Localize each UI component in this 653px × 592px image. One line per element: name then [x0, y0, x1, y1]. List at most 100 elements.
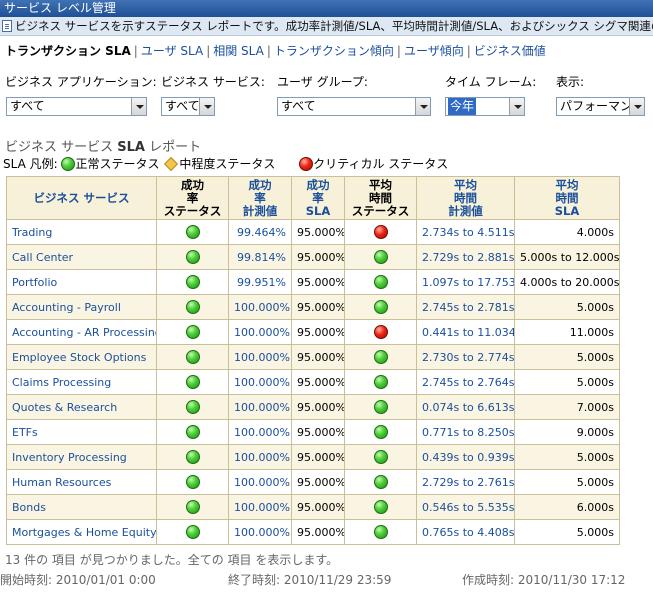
tab-transaction-sla[interactable]: トランザクション SLA [5, 44, 131, 58]
normal-status-icon [373, 400, 388, 414]
tab-transaction-trend[interactable]: トランザクション傾向 [274, 44, 394, 58]
legend-normal: 正常ステータス [75, 157, 160, 171]
success-sla: 95.000% [291, 419, 345, 445]
service-name-link[interactable]: Trading [6, 219, 157, 245]
success-status-cell [156, 444, 229, 470]
success-value-link[interactable]: 100.000% [228, 444, 292, 470]
success-sla: 95.000% [291, 244, 345, 270]
service-name-link[interactable]: Bonds [6, 494, 157, 520]
success-value-link[interactable]: 100.000% [228, 369, 292, 395]
time-value-link[interactable]: 2.745s to 2.764s [416, 369, 515, 395]
service-name-link[interactable]: Quotes & Research [6, 394, 157, 420]
normal-status-icon [373, 250, 388, 264]
service-name-link[interactable]: Employee Stock Options [6, 344, 157, 370]
business-application-label: ビジネス アプリケーション: [5, 75, 157, 89]
normal-status-icon [185, 325, 200, 339]
service-name-link[interactable]: Mortgages & Home Equity [6, 519, 157, 545]
success-value-link[interactable]: 100.000% [228, 419, 292, 445]
success-value-link[interactable]: 100.000% [228, 344, 292, 370]
business-service-label: ビジネス サービス: [161, 75, 265, 89]
service-name-link[interactable]: Portfolio [6, 269, 157, 295]
normal-status-icon [185, 250, 200, 264]
service-name-link[interactable]: Inventory Processing [6, 444, 157, 470]
service-name-link[interactable]: Human Resources [6, 469, 157, 495]
success-value-link[interactable]: 99.951% [228, 269, 292, 295]
success-sla: 95.000% [291, 394, 345, 420]
table-row: Quotes & Research 100.000% 95.000% 0.074s t… [6, 394, 620, 420]
table-row: ETFs 100.000% 95.000% 0.771s to 8.250s 9.000… [6, 419, 620, 445]
normal-status-icon [185, 425, 200, 439]
chevron-down-icon [629, 98, 644, 115]
normal-status-icon [373, 425, 388, 439]
success-sla: 95.000% [291, 369, 345, 395]
time-value-link[interactable]: 0.439s to 0.939s [416, 444, 515, 470]
tab-user-sla[interactable]: ユーザ SLA [141, 44, 203, 58]
critical-status-icon [299, 156, 314, 171]
time-value-link[interactable]: 0.441s to 11.034s [416, 319, 515, 345]
time-value-link[interactable]: 0.771s to 8.250s [416, 419, 515, 445]
success-value-link[interactable]: 100.000% [228, 394, 292, 420]
report-description-bar: ビジネス サービスを示すステータス レポートです。成功率計測値/SLA、平均時間… [0, 17, 653, 36]
moderate-status-icon [164, 156, 179, 171]
header-time-sla[interactable]: 平均 時間 SLA [514, 176, 620, 220]
time-sla: 5.000s [514, 444, 620, 470]
time-value-link[interactable]: 0.546s to 5.535s [416, 494, 515, 520]
table-row: Trading 99.464% 95.000% 2.734s to 4.511s 4.0… [6, 219, 620, 245]
success-value-link[interactable]: 100.000% [228, 294, 292, 320]
time-value-link[interactable]: 2.745s to 2.781s [416, 294, 515, 320]
display-select[interactable]: パフォーマンス [556, 97, 645, 116]
header-success-value[interactable]: 成功率計測値 [228, 176, 292, 220]
time-value-link[interactable]: 2.729s to 2.881s [416, 244, 515, 270]
time-value-link[interactable]: 2.734s to 4.511s [416, 219, 515, 245]
time-status-cell [344, 319, 417, 345]
success-value-link[interactable]: 100.000% [228, 494, 292, 520]
time-value-link[interactable]: 0.765s to 4.408s [416, 519, 515, 545]
header-success-sla[interactable]: 成功率 SLA [291, 176, 345, 220]
time-frame-select[interactable]: 今年 [445, 97, 525, 116]
user-group-label: ユーザ グループ: [277, 75, 368, 89]
table-header-row: ビジネス サービス 成功率ステータス 成功率計測値 成功率 SLA 平均 時間 ステー… [6, 176, 620, 220]
chevron-down-icon [131, 98, 146, 115]
success-value-link[interactable]: 99.814% [228, 244, 292, 270]
header-time-value[interactable]: 平均 時間 計測値 [416, 176, 515, 220]
success-value-link[interactable]: 100.000% [228, 519, 292, 545]
tab-business-value[interactable]: ビジネス価値 [474, 44, 546, 58]
header-business-service[interactable]: ビジネス サービス [6, 176, 157, 220]
time-value-link[interactable]: 1.097s to 17.753s [416, 269, 515, 295]
success-value-link[interactable]: 99.464% [228, 219, 292, 245]
header-success-status: 成功率ステータス [156, 176, 229, 220]
business-application-select[interactable]: すべて [6, 97, 147, 116]
time-value-link[interactable]: 2.730s to 2.774s [416, 344, 515, 370]
service-name-link[interactable]: Claims Processing [6, 369, 157, 395]
service-name-link[interactable]: Accounting - AR Processing [6, 319, 157, 345]
time-value-link[interactable]: 2.729s to 2.761s [416, 469, 515, 495]
normal-status-icon [61, 156, 76, 171]
start-time: 開始時刻: 2010/01/01 0:00 [0, 573, 156, 587]
tab-correlation-sla[interactable]: 相関 SLA [213, 44, 264, 58]
time-sla: 5.000s to 12.000s [514, 244, 620, 270]
time-status-cell [344, 369, 417, 395]
sla-table: ビジネス サービス 成功率ステータス 成功率計測値 成功率 SLA 平均 時間 ステー… [6, 176, 620, 545]
success-sla: 95.000% [291, 469, 345, 495]
time-status-cell [344, 419, 417, 445]
normal-status-icon [373, 275, 388, 289]
legend-moderate: 中程度ステータス [179, 157, 276, 171]
user-group-select[interactable]: すべて [277, 97, 431, 116]
normal-status-icon [185, 450, 200, 464]
normal-status-icon [185, 375, 200, 389]
time-status-cell [344, 344, 417, 370]
table-row: Portfolio 99.951% 95.000% 1.097s to 17.753s… [6, 269, 620, 295]
normal-status-icon [185, 475, 200, 489]
service-name-link[interactable]: ETFs [6, 419, 157, 445]
business-service-select[interactable]: すべて [161, 97, 215, 116]
time-sla: 5.000s [514, 369, 620, 395]
service-name-link[interactable]: Accounting - Payroll [6, 294, 157, 320]
table-row: Mortgages & Home Equity 100.000% 95.000% 0.… [6, 519, 620, 545]
time-value-link[interactable]: 0.074s to 6.613s [416, 394, 515, 420]
success-value-link[interactable]: 100.000% [228, 469, 292, 495]
tab-user-trend[interactable]: ユーザ傾向 [404, 44, 464, 58]
success-value-link[interactable]: 100.000% [228, 319, 292, 345]
service-name-link[interactable]: Call Center [6, 244, 157, 270]
normal-status-icon [185, 350, 200, 364]
success-status-cell [156, 494, 229, 520]
